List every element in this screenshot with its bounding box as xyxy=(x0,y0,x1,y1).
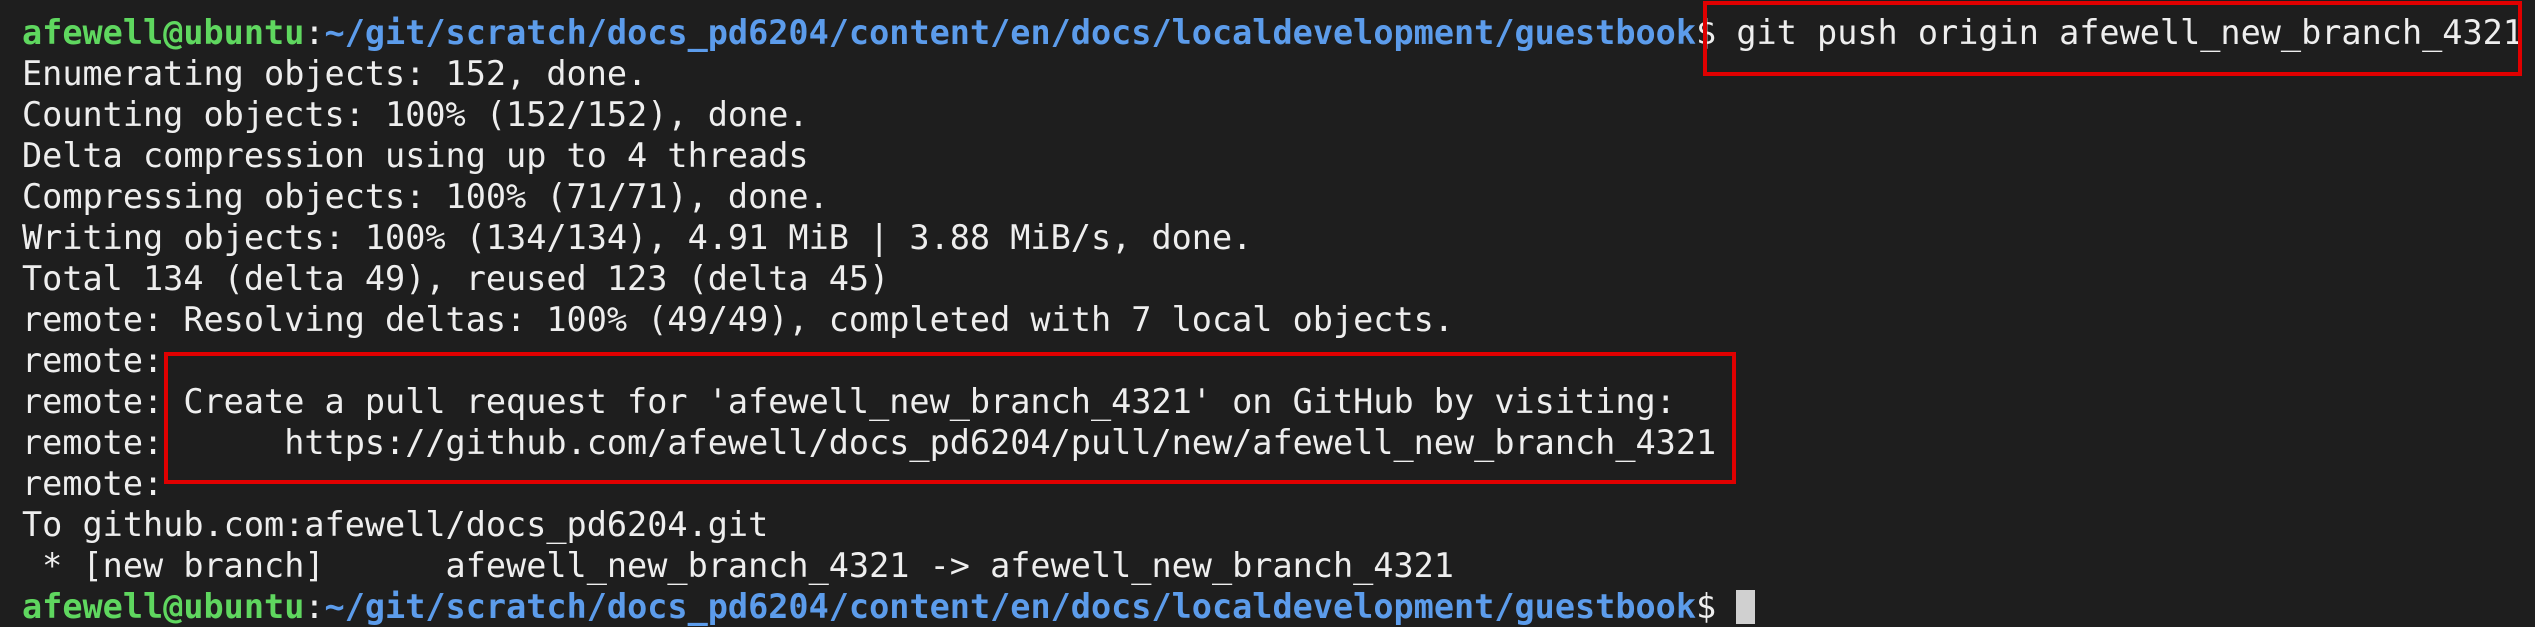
prompt-separator: : xyxy=(304,13,325,52)
prompt-symbol: $ xyxy=(1696,587,1737,626)
command-text: git push origin afewell_new_branch_4321 xyxy=(1736,13,2523,52)
prompt-separator: : xyxy=(304,587,325,626)
output-line: Delta compression using up to 4 threads xyxy=(22,136,809,175)
output-line: remote: xyxy=(22,341,184,380)
output-line: Counting objects: 100% (152/152), done. xyxy=(22,95,809,134)
output-line: Writing objects: 100% (134/134), 4.91 Mi… xyxy=(22,218,1253,257)
terminal-window[interactable]: afewell@ubuntu:~/git/scratch/docs_pd6204… xyxy=(0,0,2535,626)
prompt-user-host: afewell@ubuntu xyxy=(22,587,305,626)
prompt-symbol: $ xyxy=(1696,13,1737,52)
text-cursor xyxy=(1736,589,1756,624)
prompt-path: ~/git/scratch/docs_pd6204/content/en/doc… xyxy=(324,587,1697,626)
output-line: * [new branch] afewell_new_branch_4321 -… xyxy=(22,546,1454,585)
output-line: Total 134 (delta 49), reused 123 (delta … xyxy=(22,259,890,298)
output-line[interactable]: remote: https://github.com/afewell/docs_… xyxy=(22,422,1716,463)
prompt-line-1: afewell@ubuntu:~/git/scratch/docs_pd6204… xyxy=(22,12,2523,53)
prompt-user-host: afewell@ubuntu xyxy=(22,13,305,52)
output-line: Enumerating objects: 152, done. xyxy=(22,54,648,93)
output-line: remote: xyxy=(22,464,184,503)
output-line: To github.com:afewell/docs_pd6204.git xyxy=(22,505,769,544)
output-line: remote: Create a pull request for 'afewe… xyxy=(22,382,1676,421)
output-line: Compressing objects: 100% (71/71), done. xyxy=(22,177,829,216)
output-line: remote: Resolving deltas: 100% (49/49), … xyxy=(22,300,1454,339)
prompt-path: ~/git/scratch/docs_pd6204/content/en/doc… xyxy=(324,13,1697,52)
